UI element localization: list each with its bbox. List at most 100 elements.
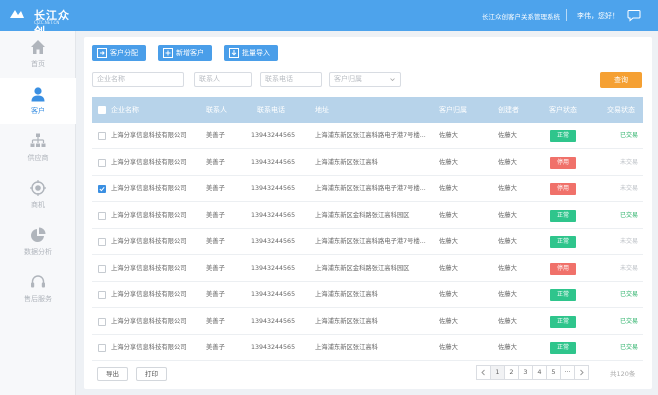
status-badge: 正常 (550, 209, 576, 222)
sidebar-item-label: 商机 (31, 201, 45, 209)
column-header: 创建者 (498, 106, 519, 114)
row-checkbox[interactable] (98, 211, 106, 220)
query-button[interactable]: 查询 (600, 72, 642, 88)
cell-phone: 13943244565 (251, 211, 296, 219)
sidebar-item-customer[interactable]: 客户 (0, 78, 76, 124)
table-row[interactable]: 上海分享信息科技有限公司 美善子 13943244565 上海浦东新区张江高科路电子港… (92, 229, 643, 255)
cell-owner: 佐藤大 (439, 238, 458, 245)
system-name: 长江众创客户关系管理系统 (482, 13, 560, 21)
main-panel: 客户分配 新增客户 批量导入 企业名称 联系人 联系电话 客户归属 查询 企业名… (84, 37, 652, 389)
sidebar-item-opportunity[interactable]: 商机 (0, 172, 76, 218)
contact-input[interactable]: 联系人 (194, 72, 252, 87)
batch-import-button[interactable]: 批量导入 (224, 45, 278, 61)
cell-company: 上海分享信息科技有限公司 (111, 185, 187, 192)
owner-select[interactable]: 客户归属 (329, 72, 401, 87)
column-header: 联系电话 (257, 106, 285, 114)
trade-status: 未交易 (620, 158, 639, 166)
cell-address: 上海浦东新区张江高科路电子港7号楼... (315, 238, 426, 245)
table-row[interactable]: 上海分享信息科技有限公司 美善子 13943244565 上海浦东新区张江高科 佐藤大 佐… (92, 335, 643, 361)
row-checkbox[interactable] (98, 238, 106, 246)
org-chart-icon (30, 133, 46, 147)
cell-address: 上海浦东新区张江高科 (315, 291, 378, 298)
status-badge: 正常 (550, 315, 576, 328)
trade-status: 未交易 (620, 264, 639, 272)
check-icon (99, 186, 105, 192)
cell-creator: 佐藤大 (498, 185, 517, 192)
cell-contact: 美善子 (206, 264, 225, 272)
cell-owner: 佐藤大 (439, 317, 458, 325)
page-ellipsis[interactable]: ··· (560, 365, 575, 380)
table-row[interactable]: 上海分享信息科技有限公司 美善子 13943244565 上海浦东新区金科路张江高科园… (92, 203, 643, 229)
status-badge: 正常 (550, 236, 576, 248)
table-row[interactable]: 上海分享信息科技有限公司 美善子 13943244565 上海浦东新区张江高科 佐藤大 佐… (92, 282, 643, 308)
page-button[interactable]: 2 (504, 365, 519, 380)
cell-company: 上海分享信息科技有限公司 (111, 238, 187, 245)
company-name-input[interactable]: 企业名称 (92, 72, 184, 87)
logo-subtext: CJZC.NET.CN (34, 20, 60, 25)
status-badge: 停用 (550, 156, 576, 169)
cell-phone: 13943244565 (251, 132, 296, 139)
headset-icon (31, 275, 45, 288)
table-row[interactable]: 上海分享信息科技有限公司 美善子 13943244565 上海浦东新区张江高科 佐藤大 佐… (92, 309, 643, 335)
page-button[interactable]: 4 (532, 365, 547, 380)
sidebar-item-analytics[interactable]: 数据分析 (0, 219, 76, 265)
table-row[interactable]: 上海分享信息科技有限公司 美善子 13943244565 上海浦东新区张江高科路电子港… (92, 176, 643, 202)
cell-contact: 美善子 (206, 185, 225, 192)
cell-contact: 美善子 (206, 344, 225, 351)
add-customer-label: 新增客户 (176, 49, 204, 57)
cell-contact: 美善子 (206, 132, 225, 139)
cell-owner: 佐藤大 (439, 132, 458, 139)
page-button[interactable]: 1 (490, 365, 505, 380)
chevron-left-icon (481, 369, 485, 376)
row-checkbox[interactable] (98, 264, 106, 273)
sidebar-item-after-sales[interactable]: 售后服务 (0, 266, 76, 312)
cell-owner: 佐藤大 (439, 291, 458, 298)
cell-contact: 美善子 (206, 158, 225, 166)
row-checkbox[interactable] (98, 185, 106, 193)
row-checkbox[interactable] (98, 317, 106, 326)
table-row[interactable]: 上海分享信息科技有限公司 美善子 13943244565 上海浦东新区张江高科 佐藤大 佐… (92, 150, 643, 176)
cell-contact: 美善子 (206, 317, 225, 325)
cell-creator: 佐藤大 (498, 238, 517, 245)
trade-status: 未交易 (620, 185, 639, 192)
cell-company: 上海分享信息科技有限公司 (111, 158, 187, 166)
cell-creator: 佐藤大 (498, 344, 517, 351)
row-checkbox[interactable] (98, 291, 106, 299)
sidebar: 首页 客户 供应商 商机 数据分析 售后服务 (0, 31, 76, 395)
trade-status: 未交易 (620, 238, 639, 245)
add-customer-button[interactable]: 新增客户 (158, 45, 212, 61)
trade-status: 已交易 (620, 211, 639, 219)
cell-address: 上海浦东新区张江高科 (315, 317, 378, 325)
sidebar-item-home[interactable]: 首页 (0, 31, 76, 77)
assign-customer-button[interactable]: 客户分配 (92, 45, 146, 61)
prev-page-button[interactable] (476, 365, 491, 380)
sidebar-item-supplier[interactable]: 供应商 (0, 125, 76, 171)
cell-creator: 佐藤大 (498, 132, 517, 139)
row-checkbox[interactable] (98, 158, 106, 167)
page-button[interactable]: 3 (518, 365, 533, 380)
assign-customer-label: 客户分配 (110, 49, 138, 57)
row-checkbox[interactable] (98, 344, 106, 352)
row-checkbox[interactable] (98, 132, 106, 140)
user-greeting[interactable]: 李伟，您好！ (577, 11, 619, 21)
table-row[interactable]: 上海分享信息科技有限公司 美善子 13943244565 上海浦东新区金科路张江高科园… (92, 256, 643, 282)
logo[interactable]: 长江众创 CJZC.NET.CN (9, 6, 79, 38)
page-button[interactable]: 5 (546, 365, 561, 380)
status-badge: 正常 (550, 342, 576, 354)
export-button[interactable]: 导出 (97, 367, 128, 381)
cell-phone: 13943244565 (251, 264, 296, 272)
select-all-checkbox[interactable] (98, 106, 106, 114)
message-icon[interactable] (627, 9, 641, 22)
cell-phone: 13943244565 (251, 291, 296, 298)
cell-company: 上海分享信息科技有限公司 (111, 211, 187, 219)
chevron-down-icon (390, 78, 395, 82)
phone-input[interactable]: 联系电话 (260, 72, 322, 87)
column-header: 地址 (315, 106, 329, 114)
print-button[interactable]: 打印 (136, 367, 167, 381)
next-page-button[interactable] (574, 365, 589, 380)
cell-owner: 佐藤大 (439, 344, 458, 351)
sidebar-item-label: 数据分析 (24, 248, 52, 256)
status-badge: 停用 (550, 262, 576, 275)
table-row[interactable]: 上海分享信息科技有限公司 美善子 13943244565 上海浦东新区张江高科路电子港… (92, 123, 643, 149)
pie-chart-icon (31, 227, 46, 242)
